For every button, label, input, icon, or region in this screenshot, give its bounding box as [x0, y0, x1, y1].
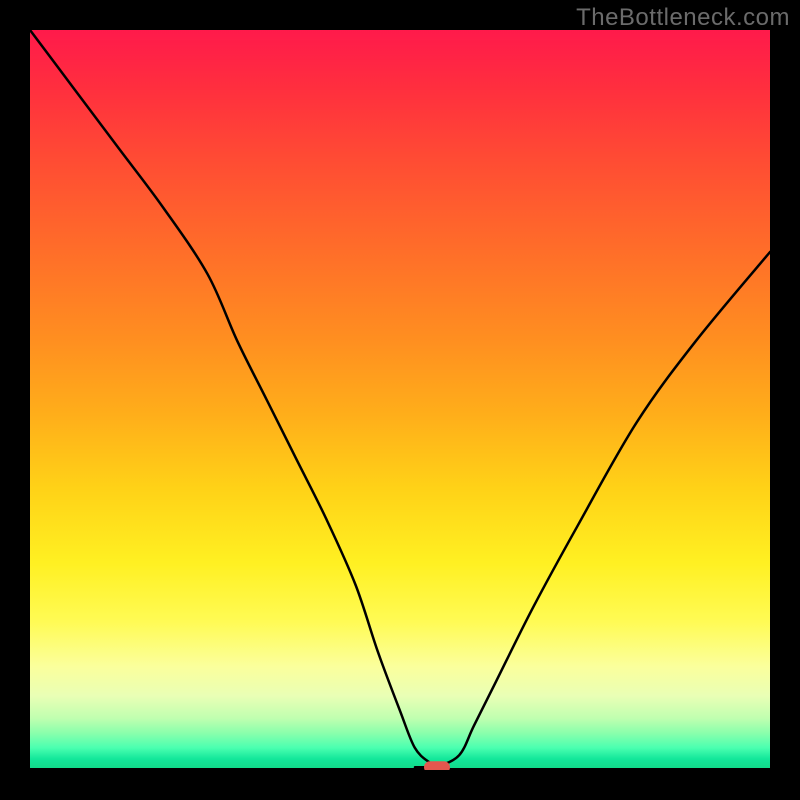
bottleneck-curve [30, 30, 770, 770]
plot-area [30, 30, 770, 770]
minimum-marker [424, 761, 450, 770]
watermark-text: TheBottleneck.com [576, 4, 790, 32]
chart-frame: TheBottleneck.com [0, 0, 800, 800]
